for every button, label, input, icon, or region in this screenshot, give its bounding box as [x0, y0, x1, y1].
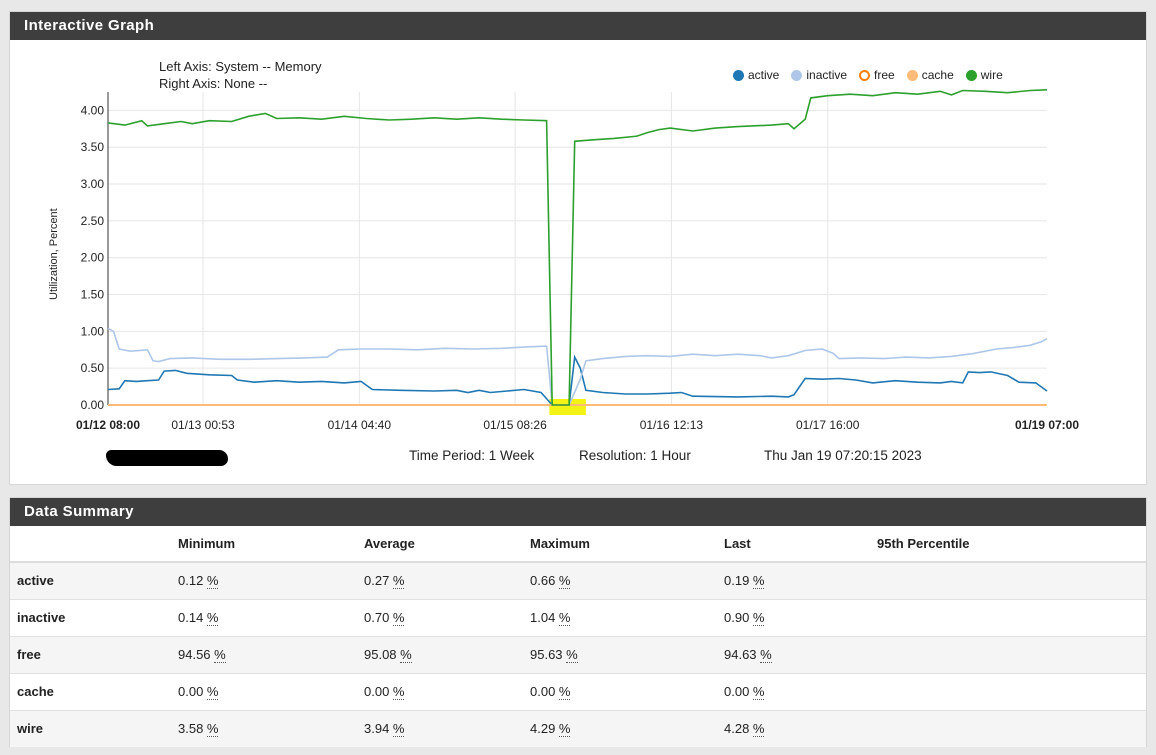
- y-axis-title: Utilization, Percent: [48, 208, 60, 300]
- y-tick-label: 2.00: [81, 251, 105, 265]
- summary-table: Minimum Average Maximum Last 95th Percen…: [10, 526, 1146, 747]
- panel-title: Data Summary: [10, 498, 1146, 526]
- table-header-row: Minimum Average Maximum Last 95th Percen…: [10, 526, 1146, 563]
- y-tick-label: 3.00: [81, 177, 105, 191]
- x-tick-label: 01/17 16:00: [796, 418, 860, 432]
- table-row: active 0.12 % 0.27 % 0.66 % 0.19 %: [10, 561, 1146, 599]
- resolution: Resolution: 1 Hour: [579, 448, 691, 463]
- unit-abbr: %: [752, 573, 765, 590]
- unit-abbr: %: [400, 647, 412, 663]
- y-tick-label: 3.50: [81, 140, 105, 154]
- unit-abbr: %: [206, 573, 219, 590]
- cell-last: 0.90 %: [724, 598, 877, 636]
- cell-95th: [877, 672, 1146, 710]
- unit-abbr: %: [206, 610, 219, 626]
- cell-maximum: 0.66 %: [530, 561, 724, 599]
- x-tick-label: 01/13 00:53: [171, 418, 235, 432]
- unit-abbr: %: [752, 684, 765, 700]
- row-label: wire: [10, 709, 178, 747]
- y-tick-label: 0.00: [81, 398, 105, 412]
- cell-last: 0.00 %: [724, 672, 877, 710]
- header-95th: 95th Percentile: [877, 526, 1146, 563]
- unit-abbr: %: [760, 647, 772, 663]
- cell-average: 0.27 %: [364, 561, 530, 599]
- header-average: Average: [364, 526, 530, 563]
- header-cell: [10, 526, 178, 563]
- cell-maximum: 95.63 %: [530, 635, 724, 673]
- unit-abbr: %: [392, 573, 405, 590]
- table-row: cache 0.00 % 0.00 % 0.00 % 0.00 %: [10, 672, 1146, 710]
- cell-maximum: 4.29 %: [530, 709, 724, 747]
- unit-abbr: %: [752, 721, 765, 738]
- row-label: inactive: [10, 598, 178, 636]
- cell-minimum: 94.56 %: [178, 635, 364, 673]
- unit-abbr: %: [206, 684, 219, 700]
- unit-abbr: %: [392, 721, 405, 738]
- unit-abbr: %: [566, 647, 578, 663]
- redacted-mark: [106, 450, 228, 466]
- cell-maximum: 0.00 %: [530, 672, 724, 710]
- x-tick-label: 01/12 08:00: [76, 418, 140, 432]
- cell-minimum: 0.12 %: [178, 561, 364, 599]
- cell-95th: [877, 635, 1146, 673]
- cell-minimum: 0.00 %: [178, 672, 364, 710]
- series-line-inactive: [107, 327, 1048, 406]
- series-line-active: [107, 354, 1048, 406]
- cell-average: 0.70 %: [364, 598, 530, 636]
- unit-abbr: %: [392, 610, 405, 626]
- unit-abbr: %: [558, 684, 571, 700]
- unit-abbr: %: [558, 573, 571, 590]
- panel-title: Interactive Graph: [10, 12, 1146, 40]
- row-label: free: [10, 635, 178, 673]
- y-tick-label: 2.50: [81, 214, 105, 228]
- cell-last: 94.63 %: [724, 635, 877, 673]
- y-tick-label: 1.00: [81, 324, 105, 338]
- table-row: free 94.56 % 95.08 % 95.63 % 94.63 %: [10, 635, 1146, 673]
- cell-last: 4.28 %: [724, 709, 877, 747]
- x-tick-label: 01/19 07:00: [1015, 418, 1079, 432]
- interactive-graph-panel: Interactive Graph Left Axis: System -- M…: [9, 11, 1147, 485]
- cell-average: 95.08 %: [364, 635, 530, 673]
- header-maximum: Maximum: [530, 526, 724, 563]
- highlight-marker: [549, 399, 586, 415]
- header-minimum: Minimum: [178, 526, 364, 563]
- cell-minimum: 0.14 %: [178, 598, 364, 636]
- cell-average: 0.00 %: [364, 672, 530, 710]
- table-row: inactive 0.14 % 0.70 % 1.04 % 0.90 %: [10, 598, 1146, 636]
- row-label: active: [10, 561, 178, 599]
- unit-abbr: %: [752, 610, 765, 626]
- unit-abbr: %: [206, 721, 219, 738]
- cell-minimum: 3.58 %: [178, 709, 364, 747]
- cell-average: 3.94 %: [364, 709, 530, 747]
- data-summary-panel: Data Summary Minimum Average Maximum Las…: [9, 497, 1147, 747]
- unit-abbr: %: [214, 647, 226, 663]
- x-tick-label: 01/14 04:40: [328, 418, 392, 432]
- unit-abbr: %: [392, 684, 405, 700]
- unit-abbr: %: [558, 721, 571, 738]
- cell-95th: [877, 598, 1146, 636]
- y-tick-label: 1.50: [81, 288, 105, 302]
- y-tick-label: 0.50: [81, 361, 105, 375]
- x-tick-label: 01/16 12:13: [640, 418, 704, 432]
- time-period: Time Period: 1 Week: [409, 448, 535, 463]
- unit-abbr: %: [558, 610, 571, 626]
- x-tick-label: 01/15 08:26: [483, 418, 547, 432]
- memory-line-chart[interactable]: 0.00 0.50 1.00 1.50 2.00 2.50 3.00 3.50 4.00 01/1…: [10, 40, 1146, 450]
- timestamp: Thu Jan 19 07:20:15 2023: [764, 448, 922, 463]
- table-row: wire 3.58 % 3.94 % 4.29 % 4.28 %: [10, 709, 1146, 747]
- cell-95th: [877, 561, 1146, 599]
- cell-95th: [877, 709, 1146, 747]
- header-last: Last: [724, 526, 877, 563]
- row-label: cache: [10, 672, 178, 710]
- y-tick-label: 4.00: [81, 103, 105, 117]
- cell-last: 0.19 %: [724, 561, 877, 599]
- cell-maximum: 1.04 %: [530, 598, 724, 636]
